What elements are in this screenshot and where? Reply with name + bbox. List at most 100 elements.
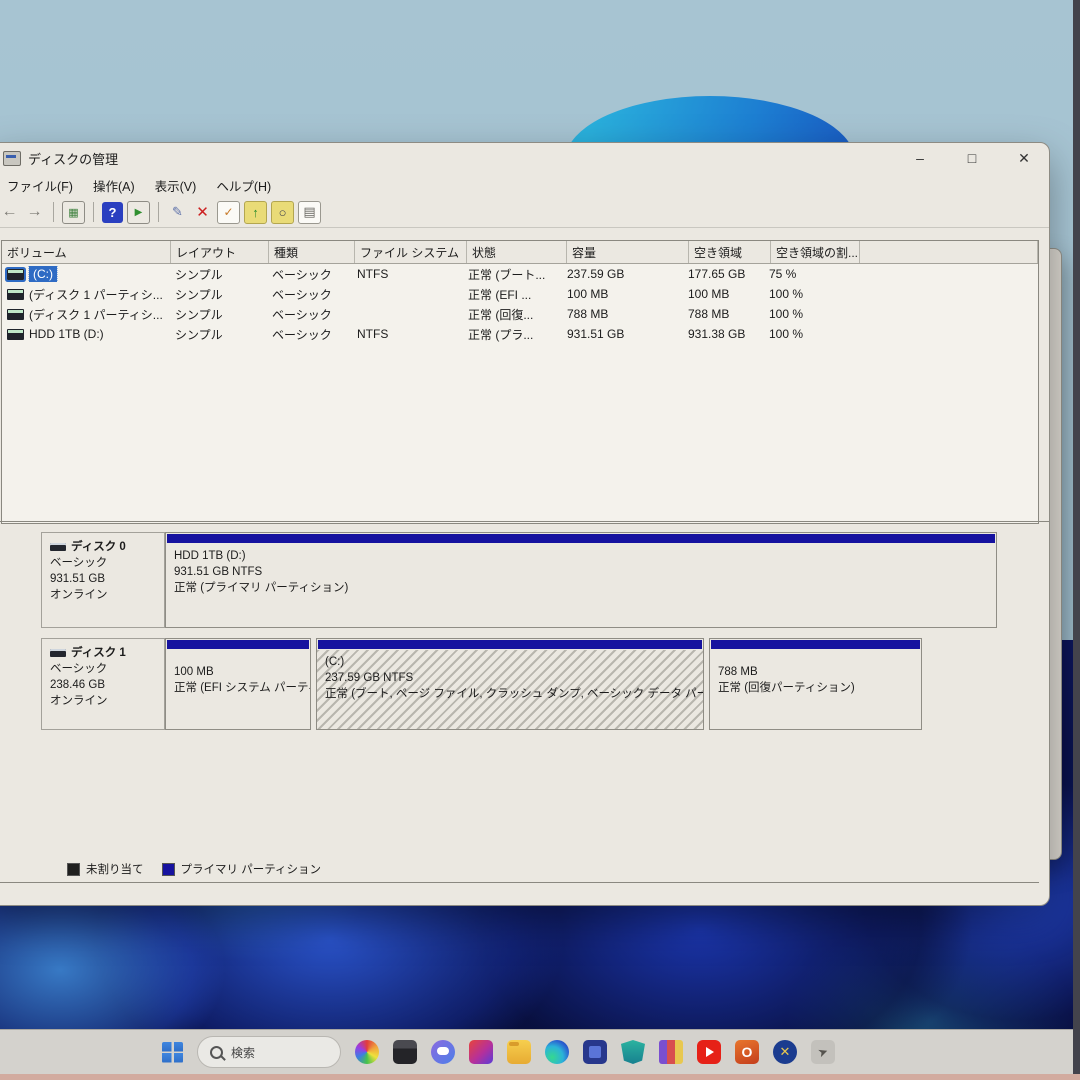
- minimize-button[interactable]: –: [909, 150, 931, 167]
- disk-0-row: ディスク 0 ベーシック 931.51 GB オンライン HDD 1TB (D:…: [41, 532, 1049, 628]
- disk-0-label[interactable]: ディスク 0 ベーシック 931.51 GB オンライン: [41, 532, 165, 628]
- disk-1-row: ディスク 1 ベーシック 238.46 GB オンライン 100 MB 正常 (…: [41, 638, 1049, 730]
- taskbar-icon-file-explorer[interactable]: [507, 1040, 531, 1064]
- column-free-percent[interactable]: 空き領域の割...: [771, 241, 860, 263]
- menu-view[interactable]: 表示(V): [145, 174, 207, 197]
- legend-bar: 未割り当て プライマリ パーティション: [0, 856, 1039, 883]
- disk-1-label[interactable]: ディスク 1 ベーシック 238.46 GB オンライン: [41, 638, 165, 730]
- cell-capacity: 237.59 GB: [562, 267, 683, 281]
- disk-name: ディスク 0: [71, 539, 126, 555]
- taskbar-icon-youtube[interactable]: [697, 1040, 721, 1064]
- partition-status: 正常 (ブート, ページ ファイル, クラッシュ ダンプ, ベーシック データ …: [325, 686, 695, 702]
- partition-size: 931.51 GB NTFS: [174, 564, 988, 580]
- column-capacity[interactable]: 容量: [567, 241, 689, 263]
- disk-size: 931.51 GB: [50, 571, 160, 587]
- title-bar[interactable]: ディスクの管理 – □ ✕: [0, 143, 1049, 173]
- disk-kind: ベーシック: [50, 555, 160, 571]
- column-volume[interactable]: ボリューム: [2, 241, 171, 263]
- help-icon[interactable]: ?: [102, 202, 123, 223]
- console-tree-icon[interactable]: ▦: [62, 201, 85, 224]
- cell-status: 正常 (プラ...: [463, 326, 562, 343]
- taskbar-icon-movies[interactable]: [583, 1040, 607, 1064]
- taskbar-icon-photos[interactable]: [355, 1040, 379, 1064]
- primary-partition-bar: [318, 640, 702, 649]
- menu-help[interactable]: ヘルプ(H): [206, 174, 281, 197]
- menu-file[interactable]: ファイル(F): [0, 174, 83, 197]
- column-filesystem[interactable]: ファイル システム: [355, 241, 467, 263]
- partition-status: 正常 (プライマリ パーティション): [174, 580, 988, 596]
- disk-status: オンライン: [50, 587, 160, 603]
- cell-layout: シンプル: [170, 306, 267, 323]
- disk-status: オンライン: [50, 693, 160, 709]
- delete-volume-icon[interactable]: ✕: [192, 202, 213, 223]
- search-icon: [210, 1046, 223, 1059]
- column-type[interactable]: 種類: [269, 241, 355, 263]
- taskbar-icon-misc-app[interactable]: [811, 1040, 835, 1064]
- volume-icon: [7, 309, 24, 320]
- cell-layout: シンプル: [170, 326, 267, 343]
- volume-name: HDD 1TB (D:): [29, 327, 104, 341]
- partition-recovery[interactable]: 788 MB 正常 (回復パーティション): [709, 638, 922, 730]
- window-title: ディスクの管理: [28, 149, 118, 168]
- cell-layout: シンプル: [170, 266, 267, 283]
- extend-volume-icon[interactable]: ↑: [244, 201, 267, 224]
- taskbar-icon-microsoft-365[interactable]: [469, 1040, 493, 1064]
- cell-status: 正常 (EFI ...: [463, 286, 562, 303]
- cell-status: 正常 (回復...: [463, 306, 562, 323]
- cell-type: ベーシック: [267, 286, 352, 303]
- cell-type: ベーシック: [267, 306, 352, 323]
- column-status[interactable]: 状態: [467, 241, 567, 263]
- volume-name: (ディスク 1 パーティシ...: [29, 286, 163, 303]
- partition-size: 788 MB: [718, 664, 913, 680]
- menu-bar: ファイル(F) 操作(A) 表示(V) ヘルプ(H): [0, 173, 1049, 197]
- search-label: 検索: [231, 1044, 255, 1061]
- taskbar-icon-chat[interactable]: [431, 1040, 455, 1064]
- partition-efi[interactable]: 100 MB 正常 (EFI システム パーティ: [165, 638, 311, 730]
- cell-free: 177.65 GB: [683, 267, 764, 281]
- toolbar-separator: [53, 202, 54, 222]
- column-filler: [860, 241, 1038, 263]
- partition-d[interactable]: HDD 1TB (D:) 931.51 GB NTFS 正常 (プライマリ パー…: [165, 532, 997, 628]
- taskbar-icon-winrar[interactable]: [659, 1040, 683, 1064]
- properties-icon[interactable]: ▤: [298, 201, 321, 224]
- taskbar-icon-edge[interactable]: [545, 1040, 569, 1064]
- cell-filesystem: NTFS: [352, 267, 463, 281]
- column-layout[interactable]: レイアウト: [171, 241, 269, 263]
- cell-capacity: 100 MB: [562, 287, 683, 301]
- taskbar-icon-office[interactable]: [735, 1040, 759, 1064]
- primary-partition-bar: [711, 640, 920, 649]
- back-icon[interactable]: ←: [0, 202, 20, 223]
- table-row[interactable]: (C:) シンプル ベーシック NTFS 正常 (ブート... 237.59 G…: [2, 264, 1038, 284]
- taskbar-icon-files-dark[interactable]: [393, 1040, 417, 1064]
- disk-management-app-icon: [3, 151, 21, 166]
- action-pane-icon[interactable]: ▶: [127, 201, 150, 224]
- table-row[interactable]: HDD 1TB (D:) シンプル ベーシック NTFS 正常 (プラ... 9…: [2, 324, 1038, 344]
- cell-free: 788 MB: [683, 307, 764, 321]
- search-input[interactable]: 検索: [197, 1036, 341, 1068]
- start-button[interactable]: [162, 1042, 183, 1063]
- table-row[interactable]: (ディスク 1 パーティシ... シンプル ベーシック 正常 (EFI ... …: [2, 284, 1038, 304]
- menu-action[interactable]: 操作(A): [83, 174, 145, 197]
- partition-title: (C:): [325, 654, 695, 670]
- maximize-button[interactable]: □: [961, 150, 983, 167]
- cell-status: 正常 (ブート...: [463, 266, 562, 283]
- forward-icon[interactable]: →: [24, 202, 45, 223]
- table-row[interactable]: (ディスク 1 パーティシ... シンプル ベーシック 正常 (回復... 78…: [2, 304, 1038, 324]
- explore-volume-icon[interactable]: ○: [271, 201, 294, 224]
- volume-list: ボリューム レイアウト 種類 ファイル システム 状態 容量 空き領域 空き領域…: [1, 240, 1039, 524]
- partition-c-selected[interactable]: (C:) 237.59 GB NTFS 正常 (ブート, ページ ファイル, ク…: [316, 638, 704, 730]
- disk-size: 238.46 GB: [50, 677, 160, 693]
- partition-title: HDD 1TB (D:): [174, 548, 988, 564]
- toolbar: ← → ▦ ? ▶ ✎ ✕ ✓ ↑ ○ ▤: [0, 197, 1049, 228]
- close-button[interactable]: ✕: [1013, 150, 1035, 167]
- desk-edge: [0, 1074, 1080, 1080]
- refresh-icon[interactable]: ✎: [167, 202, 188, 223]
- taskbar-icon-defender-shield[interactable]: [621, 1040, 645, 1064]
- cell-free-percent: 100 %: [764, 307, 852, 321]
- partition-size: 237.59 GB NTFS: [325, 670, 695, 686]
- primary-partition-bar: [167, 640, 309, 649]
- check-volume-icon[interactable]: ✓: [217, 201, 240, 224]
- volume-icon: [7, 329, 24, 340]
- column-free-space[interactable]: 空き領域: [689, 241, 771, 263]
- taskbar-icon-xbox[interactable]: [773, 1040, 797, 1064]
